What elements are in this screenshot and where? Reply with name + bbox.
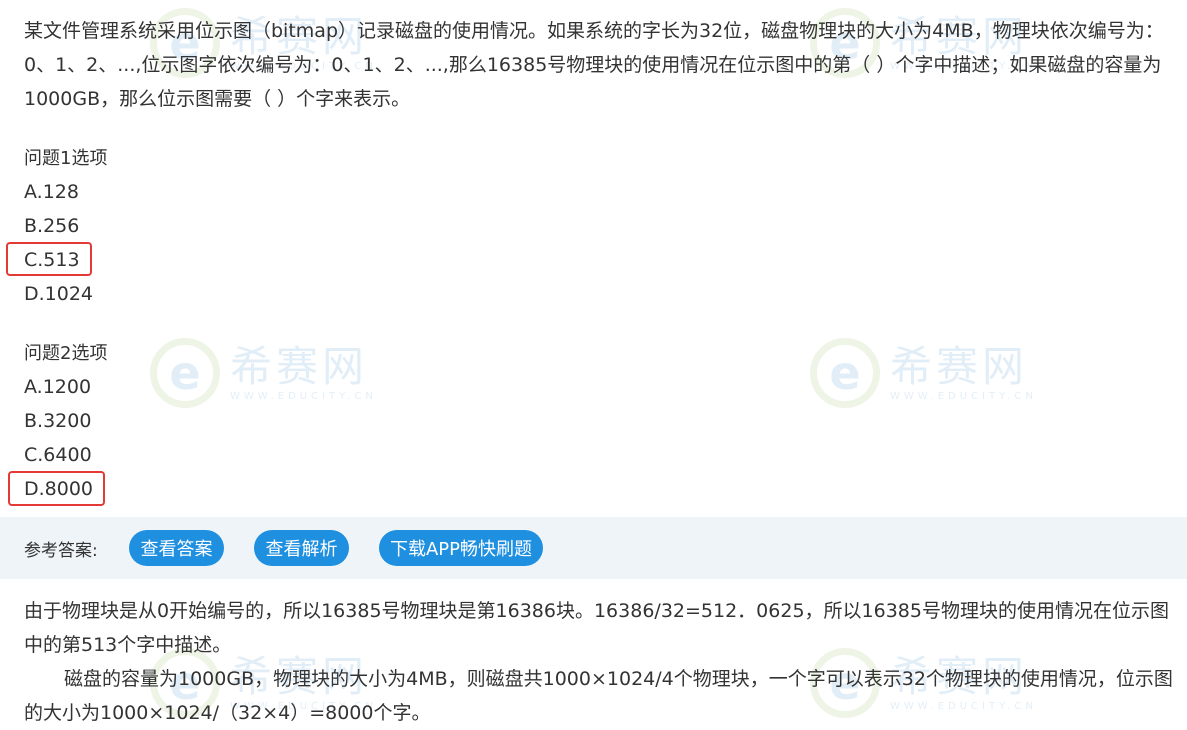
- answer-label: 参考答案:: [24, 541, 98, 561]
- download-app-button[interactable]: 下载APP畅快刷题: [379, 530, 543, 566]
- watermark: e 希赛网 WWW.EDUCITY.CN: [810, 338, 1037, 408]
- q1-correct-highlight-box: [6, 242, 92, 276]
- q1-option-b: B.256: [24, 215, 80, 237]
- view-analysis-button[interactable]: 查看解析: [254, 530, 349, 566]
- q1-options-heading: 问题1选项: [24, 148, 108, 169]
- explanation-paragraph-2: 磁盘的容量为1000GB，物理块的大小为4MB，则磁盘共1000×1024/4个…: [24, 668, 1173, 724]
- watermark-brand: 希赛网: [890, 342, 1029, 392]
- q2-option-a: A.1200: [24, 376, 92, 398]
- watermark-brand: 希赛网: [230, 342, 369, 392]
- explanation: 由于物理块是从0开始编号的，所以16385号物理块是第16386块。16386/…: [24, 594, 1174, 730]
- watermark: e 希赛网 WWW.EDUCITY.CN: [150, 338, 377, 408]
- q1-option-d: D.1024: [24, 283, 94, 305]
- watermark-url: WWW.EDUCITY.CN: [230, 390, 377, 402]
- q2-option-c: C.6400: [24, 444, 92, 466]
- q2-options-heading: 问题2选项: [24, 343, 108, 364]
- explanation-paragraph-1: 由于物理块是从0开始编号的，所以16385号物理块是第16386块。16386/…: [24, 600, 1169, 656]
- q1-option-a: A.128: [24, 181, 79, 203]
- watermark-url: WWW.EDUCITY.CN: [890, 390, 1037, 402]
- watermark-logo-icon: e: [150, 338, 220, 408]
- q2-correct-highlight-box: [8, 471, 105, 506]
- q2-option-b: B.3200: [24, 410, 92, 432]
- answer-bar: 参考答案: 查看答案 查看解析 下载APP畅快刷题: [0, 517, 1187, 579]
- question-text: 某文件管理系统采用位示图（bitmap）记录磁盘的使用情况。如果系统的字长为32…: [24, 20, 1164, 110]
- watermark-logo-icon: e: [810, 338, 880, 408]
- view-answer-button[interactable]: 查看答案: [129, 530, 224, 566]
